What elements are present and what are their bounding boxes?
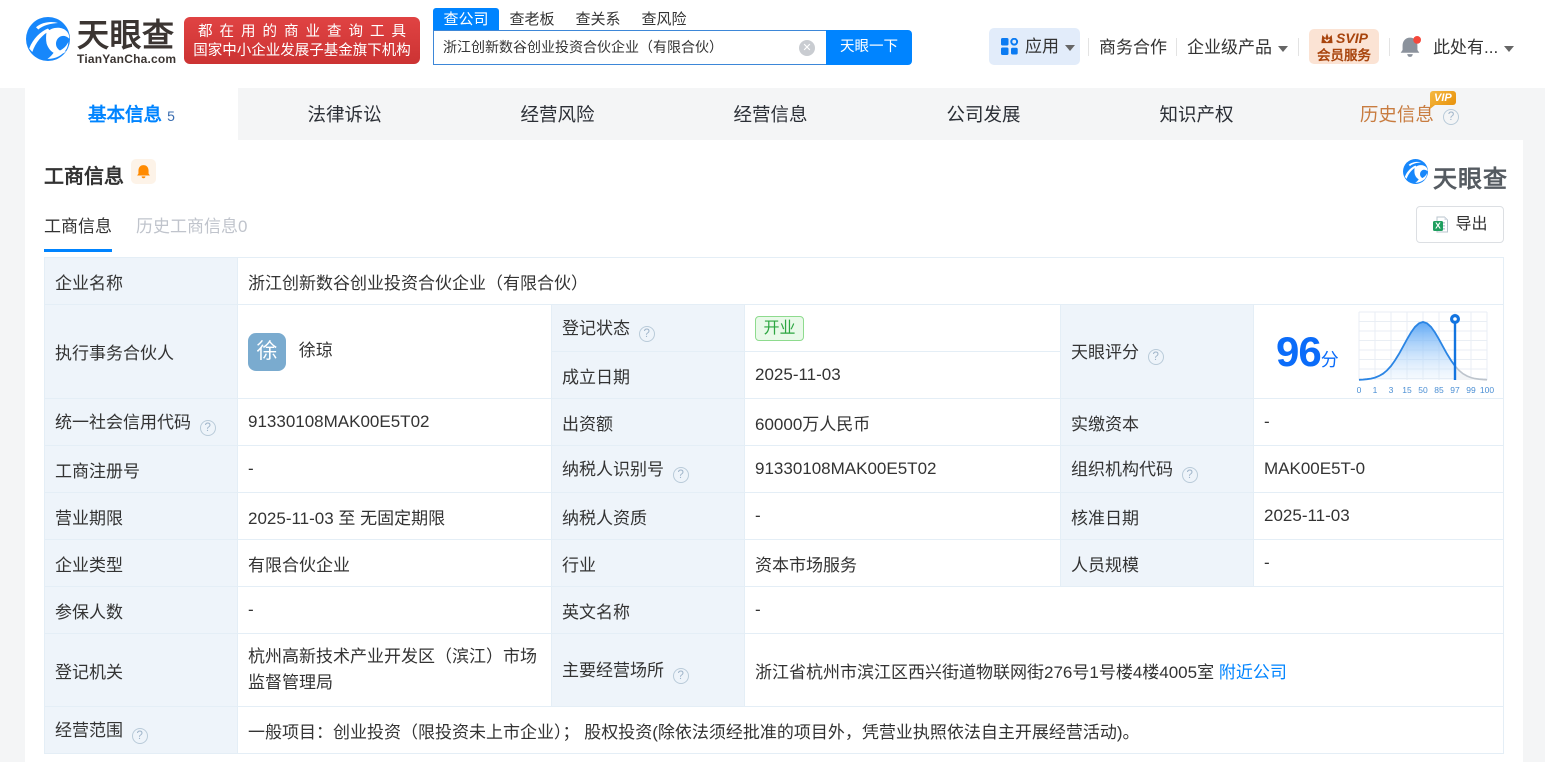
svg-text:50: 50 [1418,385,1428,395]
svg-text:97: 97 [1450,385,1460,395]
svg-text:3: 3 [1389,385,1394,395]
svg-text:99: 99 [1466,385,1476,395]
svg-text:0: 0 [1357,385,1362,395]
svg-text:X: X [1436,220,1442,230]
svg-text:100: 100 [1480,385,1494,395]
svg-text:15: 15 [1402,385,1412,395]
svg-text:85: 85 [1434,385,1444,395]
svg-text:1: 1 [1373,385,1378,395]
